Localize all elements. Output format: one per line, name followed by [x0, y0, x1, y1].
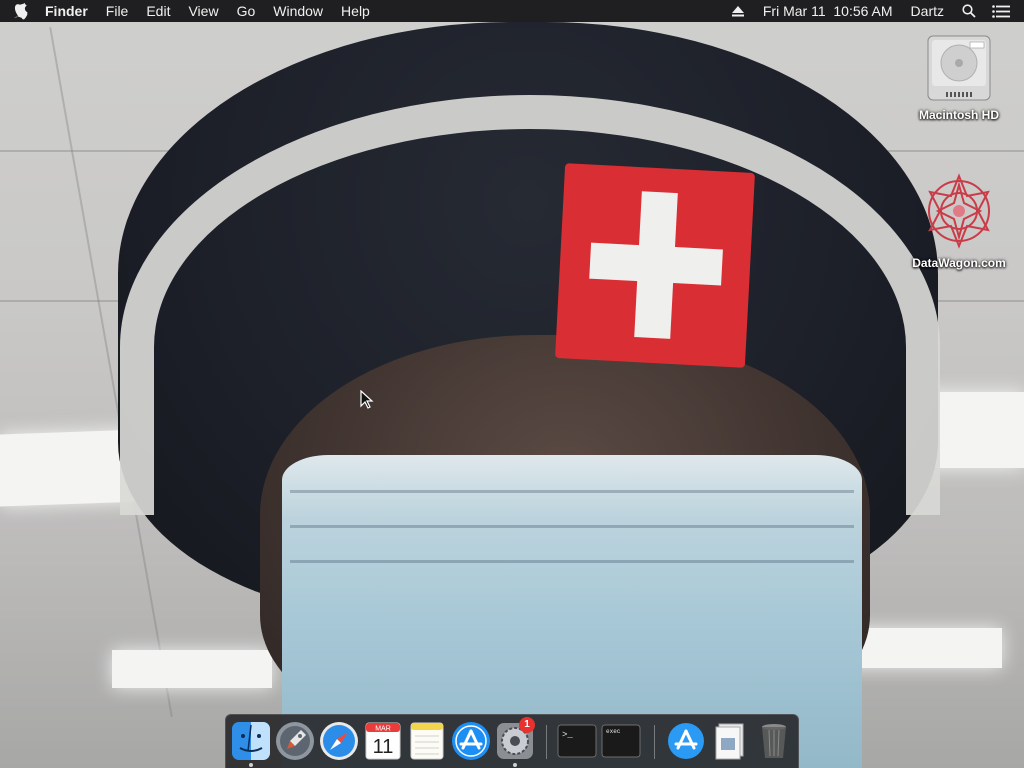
calendar-day: 11 [373, 736, 394, 758]
mask-pleat [290, 525, 854, 528]
menu-help[interactable]: Help [332, 0, 379, 22]
desktop-item-macintosh-hd[interactable]: Macintosh HD [906, 32, 1012, 122]
menu-window[interactable]: Window [264, 0, 332, 22]
menu-bar-right: Fri Mar 11 10:56 AM Dartz [722, 0, 1024, 22]
dock-app-system-preferences[interactable]: 1 [495, 717, 535, 761]
finder-icon [232, 722, 270, 760]
menu-bar-left: Finder File Edit View Go Window Help [0, 0, 379, 22]
notification-badge: 1 [519, 717, 535, 733]
safari-icon [320, 722, 358, 760]
terminal-icon: >_ [557, 724, 597, 758]
dock-separator [654, 725, 655, 759]
apple-icon[interactable] [14, 2, 32, 20]
dock-app-calendar[interactable]: MAR 11 [363, 721, 403, 761]
notification-center-icon[interactable] [992, 0, 1010, 22]
eject-icon[interactable] [729, 0, 747, 22]
exec-label: exec [606, 728, 621, 735]
dock: MAR 11 1 >_ exec [225, 714, 799, 768]
dock-app-finder[interactable] [231, 721, 271, 761]
menu-edit[interactable]: Edit [137, 0, 179, 22]
dock-app-trash[interactable] [754, 721, 794, 761]
app-store-folder-icon [668, 723, 704, 759]
dock-app-safari[interactable] [319, 721, 359, 761]
dock-app-documents[interactable] [710, 721, 750, 761]
menu-clock[interactable]: Fri Mar 11 10:56 AM [754, 0, 902, 22]
mouse-pointer-icon [360, 389, 374, 410]
swiss-flag-patch [555, 163, 755, 368]
dock-app-exec[interactable]: exec [601, 721, 641, 761]
exec-icon: exec [601, 724, 641, 758]
running-indicator [249, 763, 253, 767]
trash-icon [762, 724, 786, 758]
notes-icon [410, 722, 444, 760]
launchpad-icon [276, 722, 314, 760]
running-indicator [513, 763, 517, 767]
desktop-item-label: DataWagon.com [912, 256, 1006, 270]
dock-app-store-downloads[interactable] [666, 721, 706, 761]
menu-file[interactable]: File [97, 0, 138, 22]
mask-pleat [290, 490, 854, 493]
menu-user[interactable]: Dartz [902, 0, 953, 22]
documents-stack-icon [715, 723, 744, 760]
app-store-icon [452, 722, 490, 760]
dock-app-terminal[interactable]: >_ [557, 721, 597, 761]
terminal-prompt: >_ [562, 730, 573, 740]
datawagon-icon [916, 170, 1002, 252]
flag-cross-horizontal [589, 242, 723, 286]
dock-app-app-store[interactable] [451, 721, 491, 761]
hard-drive-icon [924, 32, 994, 104]
ceiling-light [112, 650, 272, 688]
search-icon[interactable] [960, 0, 978, 22]
menu-go[interactable]: Go [228, 0, 265, 22]
mask-pleat [290, 560, 854, 563]
dock-app-notes[interactable] [407, 721, 447, 761]
desktop-item-label: Macintosh HD [918, 108, 999, 122]
dock-separator [546, 725, 547, 759]
calendar-icon: MAR 11 [365, 722, 401, 760]
calendar-month: MAR [375, 726, 391, 733]
dock-app-launchpad[interactable] [275, 721, 315, 761]
menu-app-finder[interactable]: Finder [36, 0, 97, 22]
menu-bar: Finder File Edit View Go Window Help Fri… [0, 0, 1024, 22]
menu-view[interactable]: View [179, 0, 227, 22]
desktop-item-datawagon[interactable]: DataWagon.com [900, 170, 1018, 270]
desktop-wallpaper [0, 0, 1024, 768]
